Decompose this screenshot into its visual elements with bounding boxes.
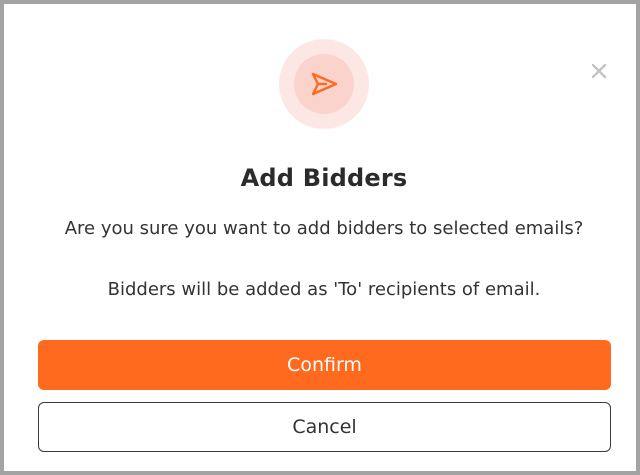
send-icon-badge [294, 54, 354, 114]
send-icon-halo [279, 39, 369, 129]
add-bidders-dialog: Add Bidders Are you sure you want to add… [0, 0, 640, 475]
recipients-note: Bidders will be added as 'To' recipients… [107, 279, 541, 300]
dialog-title: Add Bidders [240, 164, 408, 192]
close-icon[interactable] [588, 60, 610, 82]
confirm-button[interactable]: Confirm [38, 340, 611, 390]
send-icon [311, 72, 338, 96]
confirmation-question: Are you sure you want to add bidders to … [64, 218, 584, 239]
cancel-button[interactable]: Cancel [38, 402, 611, 452]
